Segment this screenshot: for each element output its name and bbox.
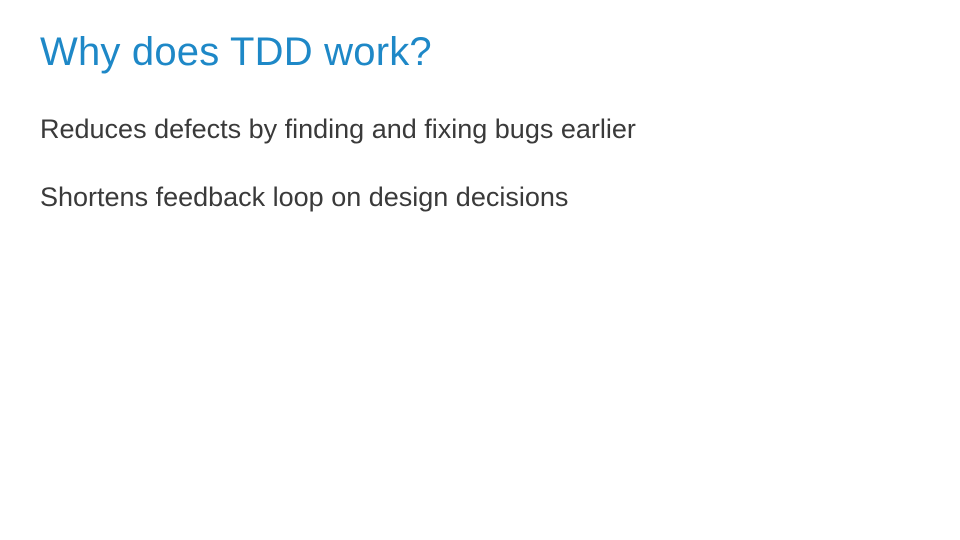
slide-title: Why does TDD work? (40, 30, 920, 75)
slide-point-1: Reduces defects by finding and fixing bu… (40, 111, 920, 147)
slide-point-2: Shortens feedback loop on design decisio… (40, 179, 920, 215)
slide-container: Why does TDD work? Reduces defects by fi… (0, 0, 960, 540)
